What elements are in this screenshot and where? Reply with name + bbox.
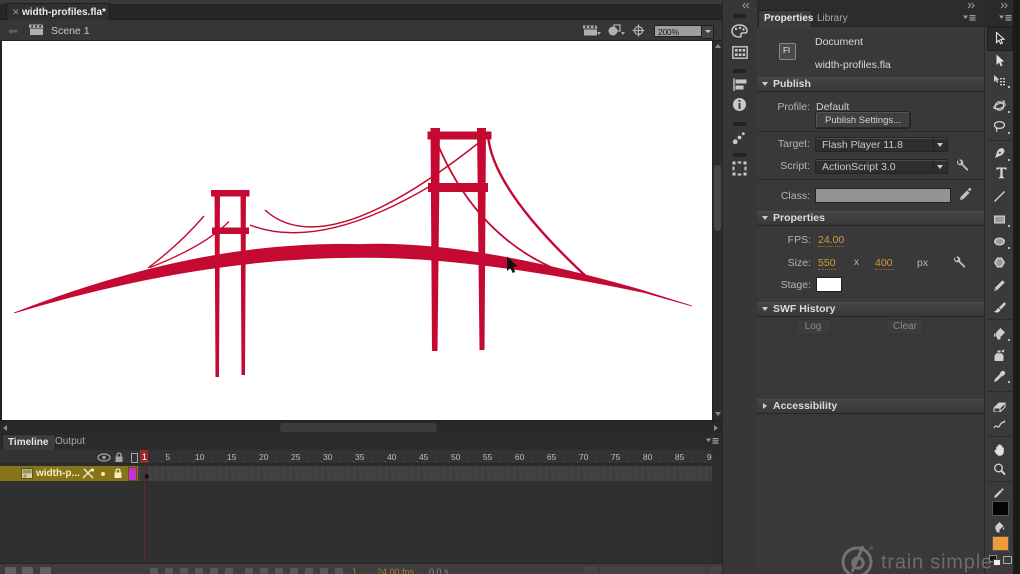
svg-text:train simple: train simple [881,552,993,574]
